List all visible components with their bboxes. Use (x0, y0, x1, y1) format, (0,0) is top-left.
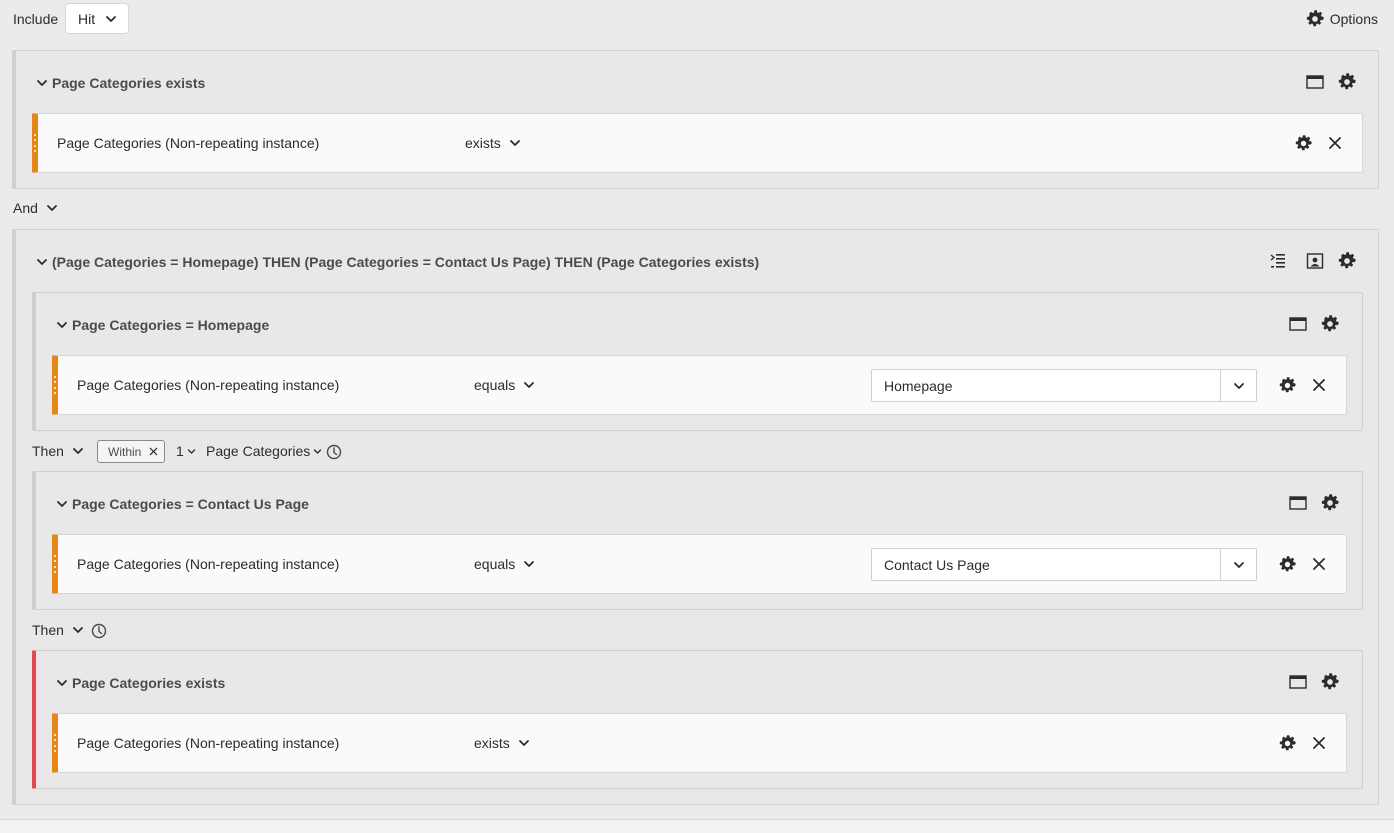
chevron-down-icon (56, 319, 68, 331)
then-connector[interactable]: Then (32, 443, 84, 459)
close-icon[interactable] (1325, 133, 1345, 153)
gear-icon[interactable] (1320, 672, 1340, 692)
operator-select[interactable]: exists (465, 135, 521, 151)
rule-row: Page Categories (Non-repeating instance)… (32, 113, 1363, 173)
chevron-down-icon (518, 737, 530, 749)
container-view-icon[interactable] (1288, 672, 1308, 692)
then-connector[interactable]: Then (32, 622, 84, 638)
step-title-text: Page Categories = Homepage (72, 317, 270, 333)
operator-select[interactable]: exists (474, 735, 530, 751)
options-button[interactable]: Options (1306, 10, 1378, 28)
drag-handle[interactable] (53, 734, 57, 752)
rule-dimension-label: Page Categories (Non-repeating instance) (77, 735, 340, 751)
chevron-down-icon (56, 677, 68, 689)
container-page-categories-exists: Page Categories exists Page Categories (… (12, 50, 1379, 189)
gear-icon[interactable] (1277, 554, 1297, 574)
operator-value: equals (474, 556, 516, 572)
gear-icon[interactable] (1337, 72, 1357, 92)
step-container-exists: Page Categories exists Page Categories (… (32, 650, 1363, 789)
within-count-value: 1 (176, 443, 184, 459)
exclude-icon[interactable] (1305, 251, 1325, 271)
value-input[interactable] (872, 549, 1220, 580)
drag-handle[interactable] (53, 555, 57, 573)
chevron-down-icon (105, 13, 117, 25)
chevron-down-icon (56, 498, 68, 510)
container-title-text: Page Categories exists (52, 75, 206, 91)
and-connector[interactable]: And (13, 200, 58, 216)
value-combobox (871, 369, 1257, 402)
close-icon[interactable] (149, 447, 158, 456)
hit-select[interactable]: Hit (65, 3, 129, 34)
step-container-homepage: Page Categories = Homepage Page Categori… (32, 292, 1363, 431)
rule-row: Page Categories (Non-repeating instance)… (52, 713, 1347, 773)
value-dropdown-button[interactable] (1220, 549, 1256, 580)
container-title[interactable]: Page Categories exists (36, 75, 205, 91)
step-title-text: Page Categories = Contact Us Page (72, 496, 309, 512)
rule-dimension-label: Page Categories (Non-repeating instance) (77, 377, 340, 393)
chevron-down-icon (36, 77, 48, 89)
value-combobox (871, 548, 1257, 581)
step-title-text: Page Categories exists (72, 675, 226, 691)
chevron-down-icon (187, 447, 196, 456)
then-label: Then (32, 443, 64, 459)
operator-select[interactable]: equals (474, 556, 535, 572)
operator-value: exists (474, 735, 510, 751)
value-input[interactable] (872, 370, 1220, 401)
gear-icon[interactable] (1320, 314, 1340, 334)
sequence-title[interactable]: (Page Categories = Homepage) THEN (Page … (36, 254, 759, 270)
drag-handle[interactable] (53, 376, 57, 394)
include-label: Include (13, 11, 59, 27)
rule-dimension-label: Page Categories (Non-repeating instance) (77, 556, 340, 572)
chevron-down-icon (509, 137, 521, 149)
step-title[interactable]: Page Categories exists (56, 675, 225, 691)
drag-handle[interactable] (33, 134, 37, 152)
bottom-divider (0, 819, 1394, 833)
clock-icon[interactable] (324, 442, 344, 462)
rule-row: Page Categories (Non-repeating instance)… (52, 355, 1347, 415)
close-icon[interactable] (1309, 554, 1329, 574)
chevron-down-icon (1233, 559, 1245, 571)
sequence-list-icon[interactable] (1268, 251, 1288, 271)
chevron-down-icon (523, 558, 535, 570)
chevron-down-icon (72, 624, 84, 636)
gear-icon[interactable] (1277, 375, 1297, 395)
step-container-contact-us: Page Categories = Contact Us Page Page C… (32, 471, 1363, 610)
container-view-icon[interactable] (1288, 493, 1308, 513)
within-tag: Within (97, 440, 166, 463)
within-count-select[interactable]: 1 (176, 443, 196, 459)
within-unit-select[interactable]: Page Categories (206, 443, 322, 459)
step-title[interactable]: Page Categories = Homepage (56, 317, 269, 333)
within-label: Within (108, 444, 142, 459)
clock-icon[interactable] (89, 621, 109, 641)
close-icon[interactable] (1309, 733, 1329, 753)
chevron-down-icon (36, 256, 48, 268)
chevron-down-icon (523, 379, 535, 391)
sequence-title-text: (Page Categories = Homepage) THEN (Page … (52, 254, 760, 270)
hit-select-value: Hit (78, 10, 96, 27)
rule-row: Page Categories (Non-repeating instance)… (52, 534, 1347, 594)
and-label: And (13, 200, 38, 216)
close-icon[interactable] (1309, 375, 1329, 395)
rule-dimension-label: Page Categories (Non-repeating instance) (57, 135, 320, 151)
gear-icon (1306, 10, 1324, 28)
then-label: Then (32, 622, 64, 638)
chevron-down-icon (46, 202, 58, 214)
gear-icon[interactable] (1293, 133, 1313, 153)
container-view-icon[interactable] (1288, 314, 1308, 334)
value-dropdown-button[interactable] (1220, 370, 1256, 401)
operator-value: exists (465, 135, 501, 151)
chevron-down-icon (1233, 380, 1245, 392)
container-view-icon[interactable] (1305, 72, 1325, 92)
chevron-down-icon (72, 445, 84, 457)
sequence-container: (Page Categories = Homepage) THEN (Page … (12, 229, 1379, 805)
options-label: Options (1329, 11, 1378, 27)
gear-icon[interactable] (1320, 493, 1340, 513)
within-unit-value: Page Categories (206, 443, 311, 459)
step-title[interactable]: Page Categories = Contact Us Page (56, 496, 309, 512)
gear-icon[interactable] (1277, 733, 1297, 753)
operator-select[interactable]: equals (474, 377, 535, 393)
gear-icon[interactable] (1337, 251, 1357, 271)
chevron-down-icon (313, 447, 322, 456)
operator-value: equals (474, 377, 516, 393)
